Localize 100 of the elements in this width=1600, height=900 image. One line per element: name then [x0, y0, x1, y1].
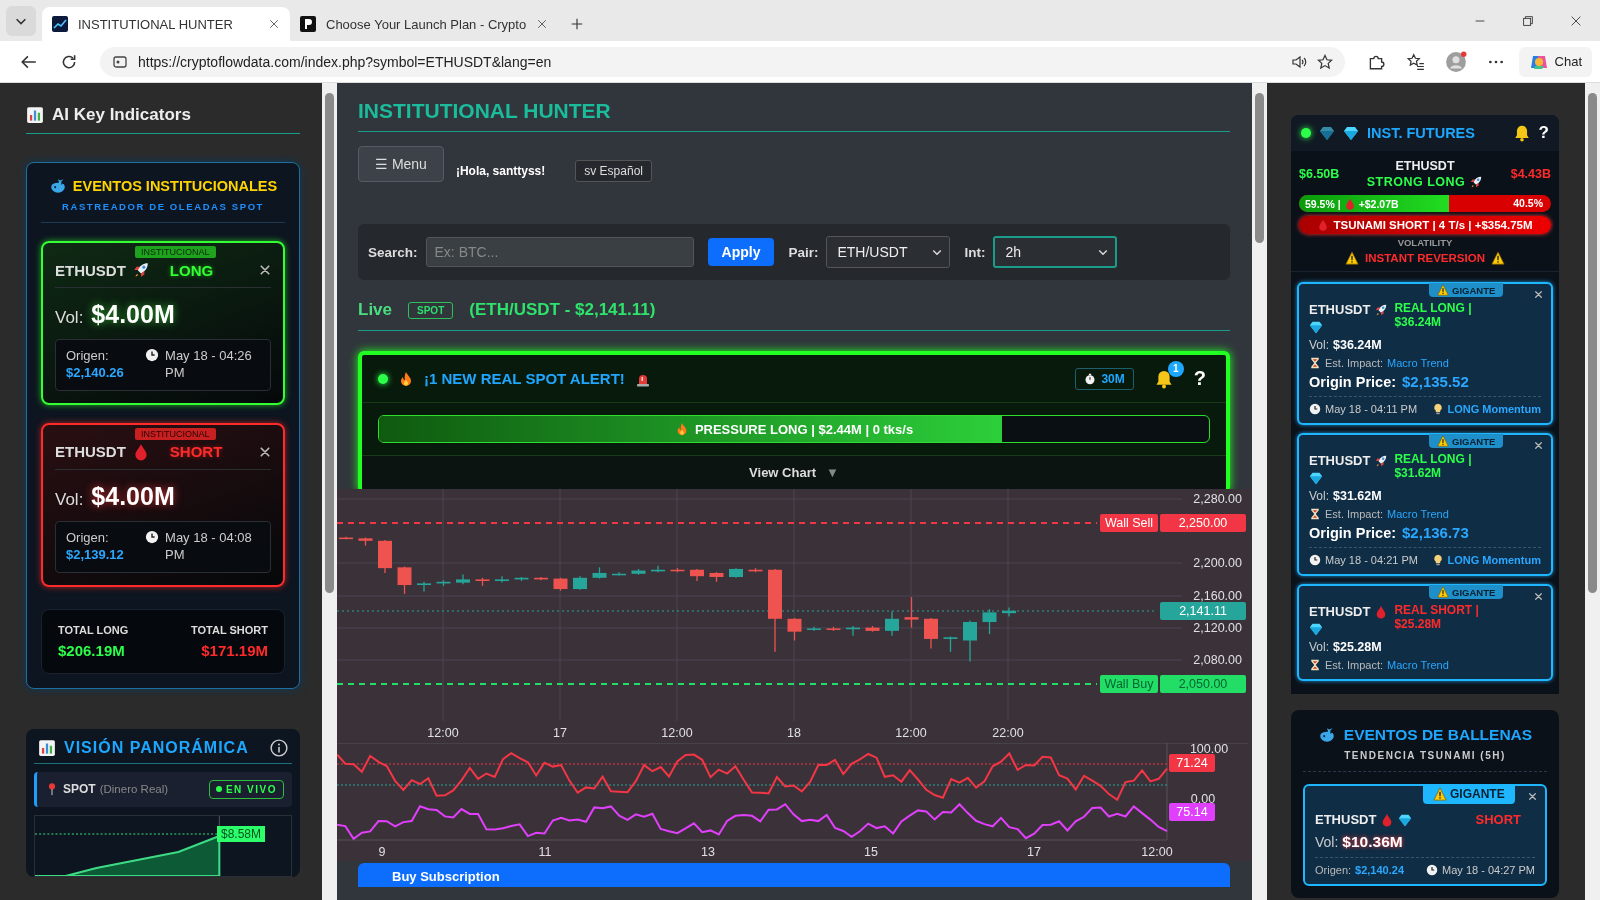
candle — [748, 567, 763, 573]
close-button[interactable] — [1534, 290, 1543, 299]
candle — [651, 565, 665, 573]
signal: STRONG LONG — [1366, 175, 1466, 189]
candle — [690, 568, 704, 582]
event-side: LONG — [169, 261, 214, 279]
date-label: 9 — [378, 845, 386, 859]
card-title: EVENTOS INSTITUCIONALES — [72, 178, 278, 194]
interval-select[interactable]: 2h — [993, 236, 1118, 268]
scrollbar[interactable] — [1585, 83, 1600, 900]
event-time: May 18 - 04:26 PM — [165, 348, 253, 382]
view-chart-button[interactable]: View Chart ▼ — [743, 464, 845, 481]
close-icon[interactable] — [536, 18, 549, 30]
candle — [456, 573, 470, 585]
help-button[interactable]: ? — [1193, 367, 1206, 390]
address-bar[interactable]: https://cryptoflowdata.com/index.php?symbol=ETHUSDT&lang=en — [100, 46, 1345, 77]
star-icon[interactable] — [1316, 53, 1333, 70]
subscription-button[interactable]: Buy Subscription — [358, 863, 1230, 887]
close-button[interactable] — [1528, 792, 1537, 801]
date-label: 11 — [538, 845, 552, 859]
origin-label: Origen: — [66, 529, 110, 545]
bulb-icon — [1431, 554, 1444, 566]
indicator-label: 100.00 — [1189, 743, 1229, 756]
origin-price: $2,135.52 — [1402, 373, 1469, 390]
help-button[interactable]: ? — [1538, 123, 1549, 143]
drop-icon — [1317, 219, 1330, 231]
price-label: 2,120.00 — [1193, 621, 1242, 635]
new-tab-icon[interactable] — [570, 17, 585, 31]
close-button[interactable] — [1534, 592, 1543, 601]
price-label: 2,280.00 — [1193, 492, 1242, 506]
momentum-label: LONG Momentum — [1447, 554, 1541, 566]
date-label: 15 — [864, 845, 878, 859]
diamond-icon — [1309, 471, 1323, 485]
candle — [417, 581, 431, 593]
field-label: Int: — [964, 244, 986, 260]
symbol: ETHUSDT — [1395, 159, 1455, 173]
candle — [924, 617, 938, 650]
vol-label: Vol: — [55, 308, 84, 328]
size-label: GIGANTE — [1452, 586, 1496, 598]
origin-price: $2,139.12 — [66, 546, 125, 562]
market-badge: SPOT — [408, 301, 454, 319]
candle — [865, 625, 880, 633]
site-info-icon[interactable] — [112, 53, 128, 70]
close-button[interactable] — [259, 445, 271, 458]
candle — [534, 576, 548, 581]
browser-tab[interactable]: Choose Your Launch Plan - Crypto — [290, 7, 559, 41]
browser-tab[interactable]: INSTITUTIONAL HUNTER — [42, 7, 290, 41]
reload-icon[interactable] — [60, 52, 78, 71]
rocket-icon — [1469, 175, 1484, 189]
vol-value: $36.24M — [1333, 338, 1382, 352]
panel-title: AI Key Indicators — [52, 105, 191, 125]
close-button[interactable] — [1534, 441, 1543, 450]
candle — [573, 575, 587, 591]
menu-button[interactable]: ☰ Menu — [358, 146, 444, 182]
card-subtitle: RASTREADOR DE OLEADAS SPOT — [41, 201, 285, 223]
vol-value: $25.28M — [1333, 640, 1382, 654]
clock-icon — [1426, 864, 1439, 876]
total-value: $206.19M — [58, 641, 126, 659]
total-label: TOTAL SHORT — [191, 623, 268, 636]
candle — [846, 625, 860, 637]
close-icon[interactable] — [1569, 14, 1583, 28]
origin-label: Origen: — [1315, 864, 1352, 876]
read-aloud-icon[interactable] — [1290, 53, 1307, 70]
origin-price: $2,136.73 — [1402, 524, 1469, 541]
event-headline: REAL LONG | $31.62M — [1394, 453, 1473, 482]
institutional-badge: INSTITUCIONAL — [135, 427, 216, 440]
diamond-icon — [1309, 622, 1323, 636]
apply-button[interactable]: Apply — [707, 238, 775, 266]
page-title: INSTITUTIONAL HUNTER — [358, 99, 1230, 132]
search-field[interactable]: Ex: BTC... — [425, 237, 694, 267]
long-share: 59.5% | — [1305, 197, 1341, 210]
scrollbar[interactable] — [322, 83, 337, 900]
price-tag: 2,141.11 — [1160, 602, 1246, 620]
vol-label: Vol: — [55, 489, 84, 510]
event-time: May 18 - 04:11 PM — [1325, 403, 1418, 415]
origin-label: Origin Price: — [1309, 525, 1397, 541]
warning-icon — [1490, 251, 1505, 265]
clock-icon — [1309, 403, 1321, 415]
event-symbol: ETHUSDT — [1315, 812, 1377, 827]
info-icon[interactable] — [270, 738, 288, 757]
impact-label: Est. Impact: — [1325, 357, 1384, 369]
scrollbar[interactable] — [1252, 83, 1267, 900]
profile-icon[interactable] — [1444, 50, 1467, 73]
event-side: SHORT — [169, 443, 223, 461]
tab-title: Choose Your Launch Plan - Crypto — [326, 16, 527, 32]
close-icon[interactable] — [268, 18, 280, 30]
total-value: $171.19M — [201, 641, 268, 659]
impact-label: Est. Impact: — [1325, 508, 1384, 520]
chat-button[interactable]: Chat — [1518, 46, 1592, 77]
rocket-icon — [1374, 453, 1389, 468]
language-button[interactable]: sv Español — [575, 160, 652, 182]
wall-sell-tag: Wall Sell — [1100, 514, 1158, 532]
favorites-icon[interactable] — [1406, 52, 1425, 71]
greeting: ¡Hola, santtyss! — [455, 164, 546, 178]
vol-value: $10.36M — [1342, 833, 1403, 851]
close-button[interactable] — [259, 264, 271, 276]
candle — [514, 576, 529, 582]
event-symbol: ETHUSDT — [1309, 302, 1371, 317]
maximize-icon[interactable] — [1521, 14, 1535, 28]
pair-select[interactable]: ETH/USDT — [826, 236, 951, 268]
